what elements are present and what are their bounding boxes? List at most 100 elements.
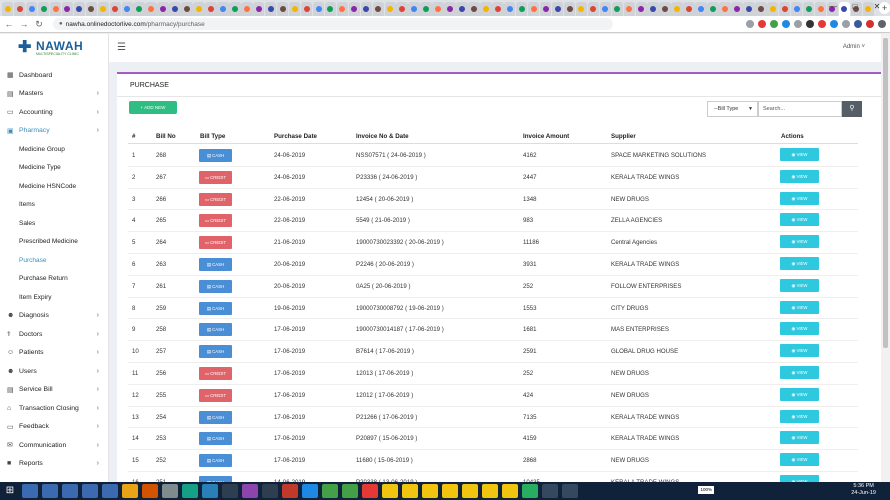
taskbar-app-icon[interactable] [222,484,238,498]
browser-tab[interactable] [312,2,325,16]
browser-tab[interactable] [563,2,576,16]
sidebar-item-transaction-closing[interactable]: ⌂ Transaction Closing › [0,399,108,418]
extension-icon[interactable] [866,20,874,28]
browser-tab[interactable] [13,2,26,16]
taskbar-app-icon[interactable] [282,484,298,498]
browser-tab[interactable] [635,2,647,16]
browser-tab[interactable] [193,2,205,16]
taskbar-app-icon[interactable] [102,484,118,498]
sidebar-item-doctors[interactable]: ⚕ Doctors › [0,325,108,344]
browser-tab[interactable] [205,2,217,16]
sidebar-item-masters[interactable]: ▤ Masters › [0,85,108,104]
browser-tab[interactable] [659,2,671,16]
browser-tab[interactable] [755,2,767,16]
view-button[interactable]: ◉ VIEW [780,169,819,183]
taskbar-app-icon[interactable] [542,484,558,498]
view-button[interactable]: ◉ VIEW [780,344,819,358]
taskbar-app-icon[interactable] [442,484,458,498]
url-input[interactable]: ● nawha.onlinedoctorlive.com/pharmacy/pu… [53,18,613,30]
search-input[interactable]: Search... [758,101,842,117]
browser-tab[interactable] [264,2,277,16]
taskbar-app-icon[interactable] [182,484,198,498]
browser-tab[interactable] [133,2,145,16]
browser-tab[interactable] [408,2,420,16]
taskbar-app-icon[interactable] [462,484,478,498]
sidebar-subitem-medicine-group[interactable]: Medicine Group [0,140,108,159]
extension-icon[interactable] [758,20,766,28]
taskbar-app-icon[interactable] [122,484,138,498]
taskbar-app-icon[interactable] [422,484,438,498]
taskbar-app-icon[interactable] [322,484,338,498]
browser-tab[interactable] [492,2,504,16]
view-button[interactable]: ◉ VIEW [780,213,819,227]
browser-tab[interactable] [587,2,600,16]
browser-tab[interactable] [276,2,289,16]
browser-tab[interactable] [300,2,313,16]
browser-tab[interactable] [25,2,38,16]
sidebar-item-diagnosis[interactable]: ☻ Diagnosis › [0,307,108,326]
taskbar-app-icon[interactable] [22,484,38,498]
browser-tab[interactable] [229,2,241,16]
browser-tab[interactable] [2,2,14,16]
hamburger-menu-icon[interactable]: ☰ [117,42,126,53]
browser-tab[interactable] [324,2,337,16]
reload-icon[interactable]: ↻ [33,19,45,30]
windows-start-icon[interactable]: ⊞ [2,484,18,498]
view-button[interactable]: ◉ VIEW [780,366,819,379]
browser-tab[interactable] [109,2,122,16]
view-button[interactable]: ◉ VIEW [780,387,819,401]
browser-tab[interactable] [360,2,373,16]
browser-tab[interactable] [432,2,444,16]
forward-icon[interactable]: → [18,19,30,29]
back-icon[interactable]: ← [3,19,15,29]
view-button[interactable]: ◉ VIEW [780,453,819,467]
view-button[interactable]: ◉ VIEW [780,322,819,336]
browser-tab[interactable] [169,2,181,16]
taskbar-app-icon[interactable] [522,484,538,498]
sidebar-subitem-prescribed-medicine[interactable]: Prescribed Medicine [0,233,108,252]
browser-tab[interactable] [767,2,779,16]
sidebar-item-reports[interactable]: ■ Reports › [0,455,108,474]
browser-tab[interactable] [288,2,301,16]
browser-tab[interactable] [671,2,683,16]
browser-tab[interactable] [683,2,695,16]
app-logo[interactable]: ✚ NAWAH MULTISPECIALITY CLINIC [0,34,108,62]
scrollbar-thumb[interactable] [883,38,888,348]
browser-tab[interactable] [623,2,636,16]
taskbar-app-icon[interactable] [142,484,158,498]
browser-tab[interactable] [217,2,229,16]
browser-tab[interactable] [241,2,253,16]
sidebar-item-dashboard[interactable]: ▦ Dashboard [0,66,108,85]
system-clock[interactable]: 5:36 PM 24-Jun-19 [851,483,876,497]
browser-tab[interactable] [37,2,50,16]
browser-tab[interactable] [719,2,731,16]
browser-tab[interactable] [790,2,803,16]
sidebar-item-communication[interactable]: ✉ Communication › [0,436,108,455]
view-button[interactable]: ◉ VIEW [780,278,819,292]
browser-tab[interactable] [707,2,719,16]
taskbar-app-icon[interactable] [402,484,418,498]
taskbar-app-icon[interactable] [262,484,278,498]
taskbar-app-icon[interactable] [562,484,578,498]
browser-tab[interactable] [575,2,588,16]
extension-icon[interactable] [818,20,826,28]
minimize-button[interactable]: — [822,0,844,14]
browser-tab[interactable] [396,2,408,16]
view-button[interactable]: ◉ VIEW [780,409,819,423]
extension-icon[interactable] [830,20,838,28]
taskbar-app-icon[interactable] [162,484,178,498]
browser-tab[interactable] [253,2,265,16]
taskbar-app-icon[interactable] [482,484,498,498]
browser-tab[interactable] [599,2,612,16]
taskbar-app-icon[interactable] [342,484,358,498]
view-button[interactable]: ◉ VIEW [780,431,819,445]
browser-tab[interactable] [145,2,157,16]
taskbar-app-icon[interactable] [502,484,518,498]
browser-tab[interactable] [527,2,540,16]
browser-tab[interactable] [647,2,659,16]
bill-type-select[interactable]: --Bill Type ▼ [707,101,758,117]
browser-tab[interactable] [480,2,492,16]
browser-tab[interactable] [695,2,707,16]
sidebar-subitem-item-expiry[interactable]: Item Expiry [0,288,108,307]
browser-tab[interactable] [121,2,133,16]
